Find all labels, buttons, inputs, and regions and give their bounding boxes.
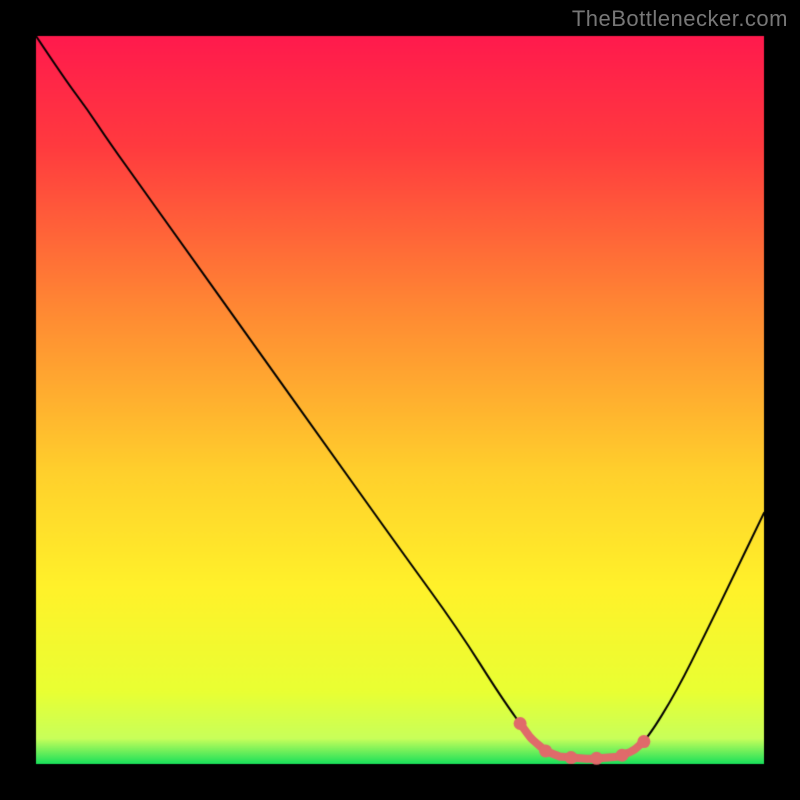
bottleneck-chart xyxy=(0,0,800,800)
watermark-text: TheBottlenecker.com xyxy=(572,6,788,32)
